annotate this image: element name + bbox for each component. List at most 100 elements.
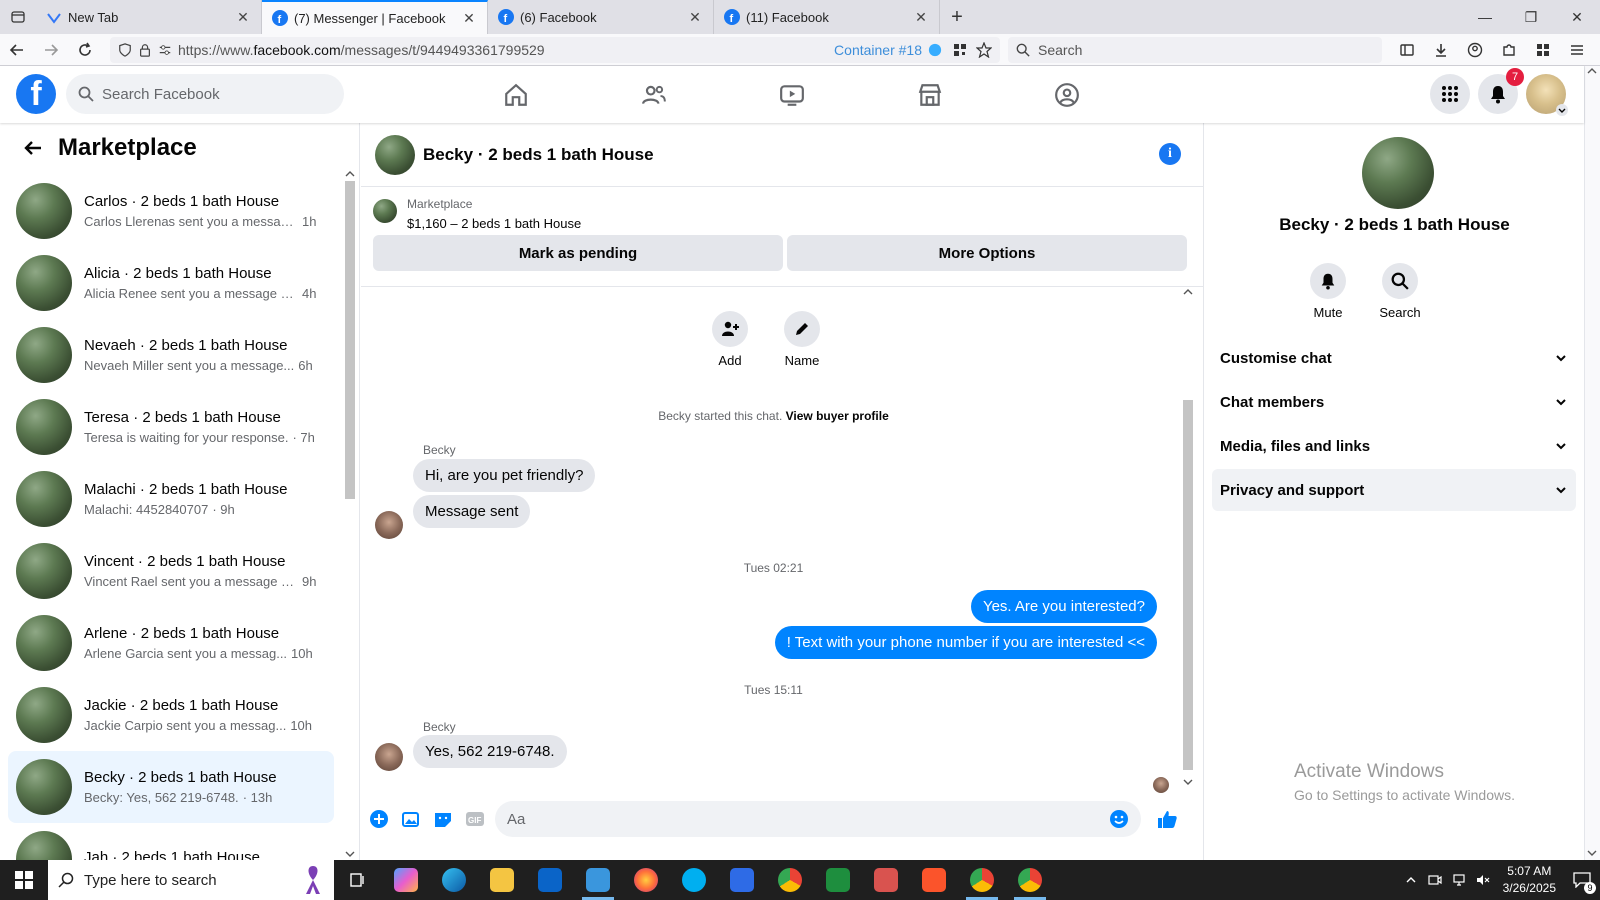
volume-icon[interactable] — [1471, 860, 1495, 900]
more-options-button[interactable]: More Options — [787, 235, 1187, 271]
minimize-button[interactable]: — — [1462, 0, 1508, 34]
taskbar-app-arc[interactable] — [718, 860, 766, 900]
view-buyer-profile-link[interactable]: View buyer profile — [786, 409, 889, 423]
browser-tab-active[interactable]: f (7) Messenger | Facebook ✕ — [262, 0, 488, 34]
notifications-button[interactable]: 7 — [1478, 68, 1524, 114]
shield-icon[interactable] — [118, 42, 132, 57]
browser-tab[interactable]: New Tab ✕ — [36, 0, 262, 34]
incoming-message[interactable]: Hi, are you pet friendly? — [413, 459, 596, 492]
conversation-item[interactable]: Jah · 2 beds 1 bath House — [8, 823, 334, 860]
privacy-support-section[interactable]: Privacy and support — [1212, 469, 1576, 511]
downloads-button[interactable] — [1424, 35, 1458, 65]
nav-marketplace[interactable] — [913, 78, 947, 112]
taskbar-app-brave[interactable] — [910, 860, 958, 900]
outgoing-message[interactable]: ! Text with your phone number if you are… — [774, 626, 1157, 659]
conversation-item[interactable]: Alicia · 2 beds 1 bath House Alicia Rene… — [8, 247, 334, 319]
conversation-item[interactable]: Teresa · 2 beds 1 bath House Teresa is w… — [8, 391, 334, 463]
taskbar-app-tool[interactable] — [862, 860, 910, 900]
close-tab-icon[interactable]: ✕ — [687, 9, 703, 25]
url-bar[interactable]: https://www.facebook.com/messages/t/9449… — [110, 36, 1000, 63]
outgoing-message[interactable]: Yes. Are you interested? — [970, 590, 1157, 623]
taskbar-app-skype[interactable] — [670, 860, 718, 900]
back-button[interactable] — [0, 35, 34, 65]
add-people-action[interactable]: Add — [705, 311, 755, 368]
forward-button[interactable] — [34, 35, 68, 65]
profile-avatar[interactable] — [1526, 74, 1568, 116]
chat-title[interactable]: Becky · 2 beds 1 bath House — [423, 145, 654, 165]
browser-tab[interactable]: f (11) Facebook ✕ — [714, 0, 940, 34]
close-tab-icon[interactable]: ✕ — [913, 9, 929, 25]
message-thread-scrollbar[interactable] — [1181, 287, 1195, 787]
taskbar-app-chrome-profile[interactable] — [958, 860, 1006, 900]
scroll-up-icon[interactable] — [1585, 66, 1599, 76]
gif-button[interactable]: GIF — [459, 803, 491, 835]
chat-profile-avatar[interactable] — [1362, 137, 1434, 209]
scroll-down-icon[interactable] — [343, 849, 357, 859]
search-in-chat-button[interactable]: Search — [1370, 263, 1430, 320]
sender-avatar[interactable] — [375, 511, 403, 539]
close-window-button[interactable]: ✕ — [1554, 0, 1600, 34]
conversation-item[interactable]: Jackie · 2 beds 1 bath House Jackie Carp… — [8, 679, 334, 751]
new-tab-button[interactable]: + — [940, 0, 974, 34]
sender-avatar[interactable] — [375, 743, 403, 771]
menu-button[interactable] — [1560, 35, 1594, 65]
bookmark-star-icon[interactable] — [976, 41, 992, 58]
attach-photo-button[interactable] — [395, 803, 427, 835]
browser-tab[interactable]: f (6) Facebook ✕ — [488, 0, 714, 34]
more-actions-button[interactable] — [363, 803, 395, 835]
close-tab-icon[interactable]: ✕ — [235, 9, 251, 25]
apps-button[interactable] — [1526, 35, 1560, 65]
chat-avatar[interactable] — [375, 134, 415, 175]
facebook-search-input[interactable]: Search Facebook — [66, 74, 344, 114]
tab-list-button[interactable] — [0, 0, 36, 34]
taskbar-app-green[interactable] — [814, 860, 862, 900]
listing-price-title[interactable]: $1,160 – 2 beds 1 bath House — [407, 216, 581, 231]
message-input[interactable]: Aa — [495, 801, 1141, 837]
qr-code-icon[interactable] — [952, 42, 968, 58]
taskbar-app-outlook[interactable] — [526, 860, 574, 900]
close-tab-icon[interactable]: ✕ — [461, 10, 477, 26]
menu-grid-button[interactable] — [1430, 74, 1470, 114]
taskbar-app-firefox[interactable] — [622, 860, 670, 900]
taskbar-app-chrome-profile[interactable] — [1006, 860, 1054, 900]
account-button[interactable] — [1458, 35, 1492, 65]
scroll-down-icon[interactable] — [1181, 777, 1195, 787]
scrollbar-thumb[interactable] — [345, 181, 355, 499]
conversation-item[interactable]: Nevaeh · 2 beds 1 bath House Nevaeh Mill… — [8, 319, 334, 391]
conversation-list-scrollbar[interactable] — [343, 169, 357, 859]
extensions-button[interactable] — [1492, 35, 1526, 65]
scrollbar-thumb[interactable] — [1183, 400, 1193, 770]
scroll-down-icon[interactable] — [1585, 848, 1599, 858]
mark-as-pending-button[interactable]: Mark as pending — [373, 235, 783, 271]
meet-now-icon[interactable] — [1423, 860, 1447, 900]
media-files-links-section[interactable]: Media, files and links — [1212, 425, 1576, 467]
action-center-button[interactable]: 9 — [1564, 860, 1600, 900]
info-icon[interactable]: i — [1159, 143, 1181, 165]
taskbar-app-explorer[interactable] — [478, 860, 526, 900]
taskbar-search-input[interactable]: Type here to search — [48, 860, 334, 900]
nav-video[interactable] — [775, 78, 809, 112]
scroll-up-icon[interactable] — [343, 169, 357, 179]
facebook-logo[interactable]: f — [16, 74, 56, 114]
clock[interactable]: 5:07 AM 3/26/2025 — [1495, 863, 1564, 897]
nav-friends[interactable] — [637, 78, 671, 112]
back-button[interactable] — [18, 133, 48, 163]
network-icon[interactable] — [1447, 860, 1471, 900]
taskbar-app-active[interactable] — [574, 860, 622, 900]
conversation-item[interactable]: Arlene · 2 beds 1 bath House Arlene Garc… — [8, 607, 334, 679]
chat-members-section[interactable]: Chat members — [1212, 381, 1576, 423]
conversation-item[interactable]: Malachi · 2 beds 1 bath House Malachi: 4… — [8, 463, 334, 535]
taskbar-app-copilot[interactable] — [382, 860, 430, 900]
like-button[interactable] — [1151, 803, 1183, 835]
sticker-button[interactable] — [427, 803, 459, 835]
taskbar-app-edge[interactable] — [430, 860, 478, 900]
permissions-icon[interactable] — [158, 43, 172, 57]
emoji-icon[interactable] — [1109, 809, 1129, 829]
reader-view-button[interactable] — [1390, 35, 1424, 65]
reload-button[interactable] — [68, 35, 102, 65]
scroll-up-icon[interactable] — [1181, 287, 1195, 297]
conversation-item[interactable]: Carlos · 2 beds 1 bath House Carlos Ller… — [8, 175, 334, 247]
conversation-item-selected[interactable]: Becky · 2 beds 1 bath House Becky: Yes, … — [8, 751, 334, 823]
customise-chat-section[interactable]: Customise chat — [1212, 337, 1576, 379]
start-button[interactable] — [0, 860, 48, 900]
